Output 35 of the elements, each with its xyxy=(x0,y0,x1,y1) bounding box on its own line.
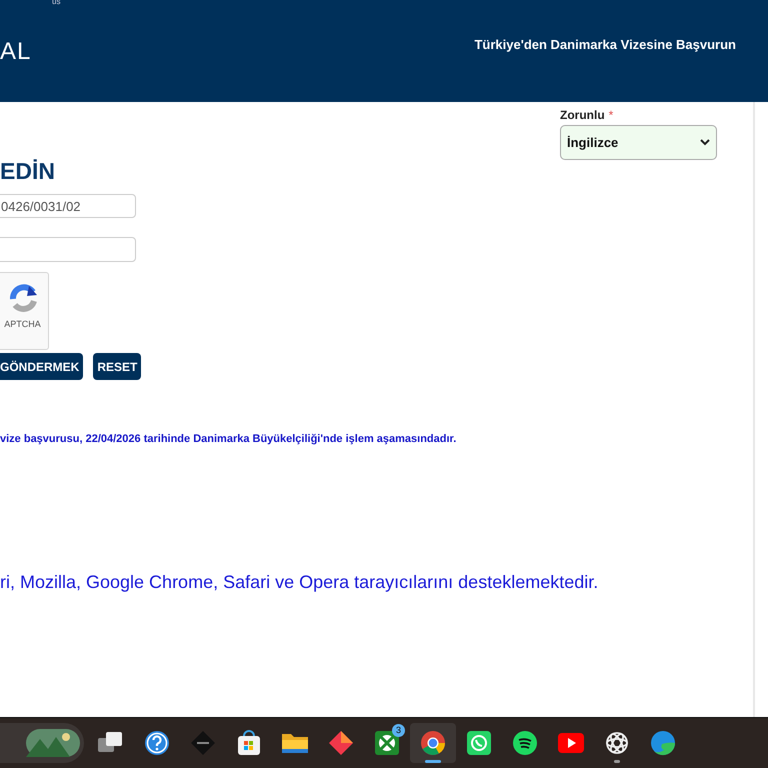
chevron-down-icon xyxy=(700,139,710,146)
taskbar-button[interactable] xyxy=(410,723,456,763)
submit-button[interactable]: GÖNDERMEK xyxy=(0,353,84,380)
reset-button[interactable]: RESET xyxy=(93,353,142,380)
windows-stack-icon xyxy=(98,732,124,754)
knot-icon xyxy=(604,730,630,756)
notification-badge: 3 xyxy=(392,724,405,737)
field-label: Zorunlu xyxy=(560,108,605,122)
status-message: vize başvurusu, 22/04/2026 tarihinde Danimarka Büyükelçiliği'nde işlem aşamasındadır. xyxy=(0,433,456,445)
chrome-icon xyxy=(420,730,446,756)
running-indicator xyxy=(614,760,620,763)
help-icon xyxy=(144,730,170,756)
text-field[interactable] xyxy=(0,237,136,262)
captcha-widget[interactable]: APTCHA xyxy=(0,272,49,350)
gem-icon xyxy=(328,730,354,756)
form-heading: EDİN xyxy=(0,158,55,184)
language-select[interactable]: İngilizce xyxy=(560,125,717,160)
logo-text: AL xyxy=(0,38,32,66)
active-indicator xyxy=(425,760,441,763)
landscape-icon xyxy=(26,729,80,757)
store-bag-icon xyxy=(237,730,261,756)
taskbar-button[interactable]: 3 xyxy=(364,723,410,763)
play-icon xyxy=(558,733,584,753)
captcha-label: APTCHA xyxy=(4,319,41,329)
chat-phone-icon xyxy=(467,731,491,755)
edge-icon xyxy=(650,730,676,756)
browser-note: ri, Mozilla, Google Chrome, Safari ve Opera tarayıcılarını desteklemektedir. xyxy=(0,572,598,593)
header-link[interactable]: us xyxy=(52,0,60,6)
diamond-icon xyxy=(190,730,216,756)
folder-icon xyxy=(281,731,309,755)
reference-field[interactable]: 0426/0031/02 xyxy=(0,194,136,218)
spotify-icon xyxy=(513,731,537,755)
header-title: Türkiye'den Danimarka Vizesine Başvurun xyxy=(474,37,736,53)
required-mark: * xyxy=(608,108,614,122)
recaptcha-icon xyxy=(8,283,38,313)
